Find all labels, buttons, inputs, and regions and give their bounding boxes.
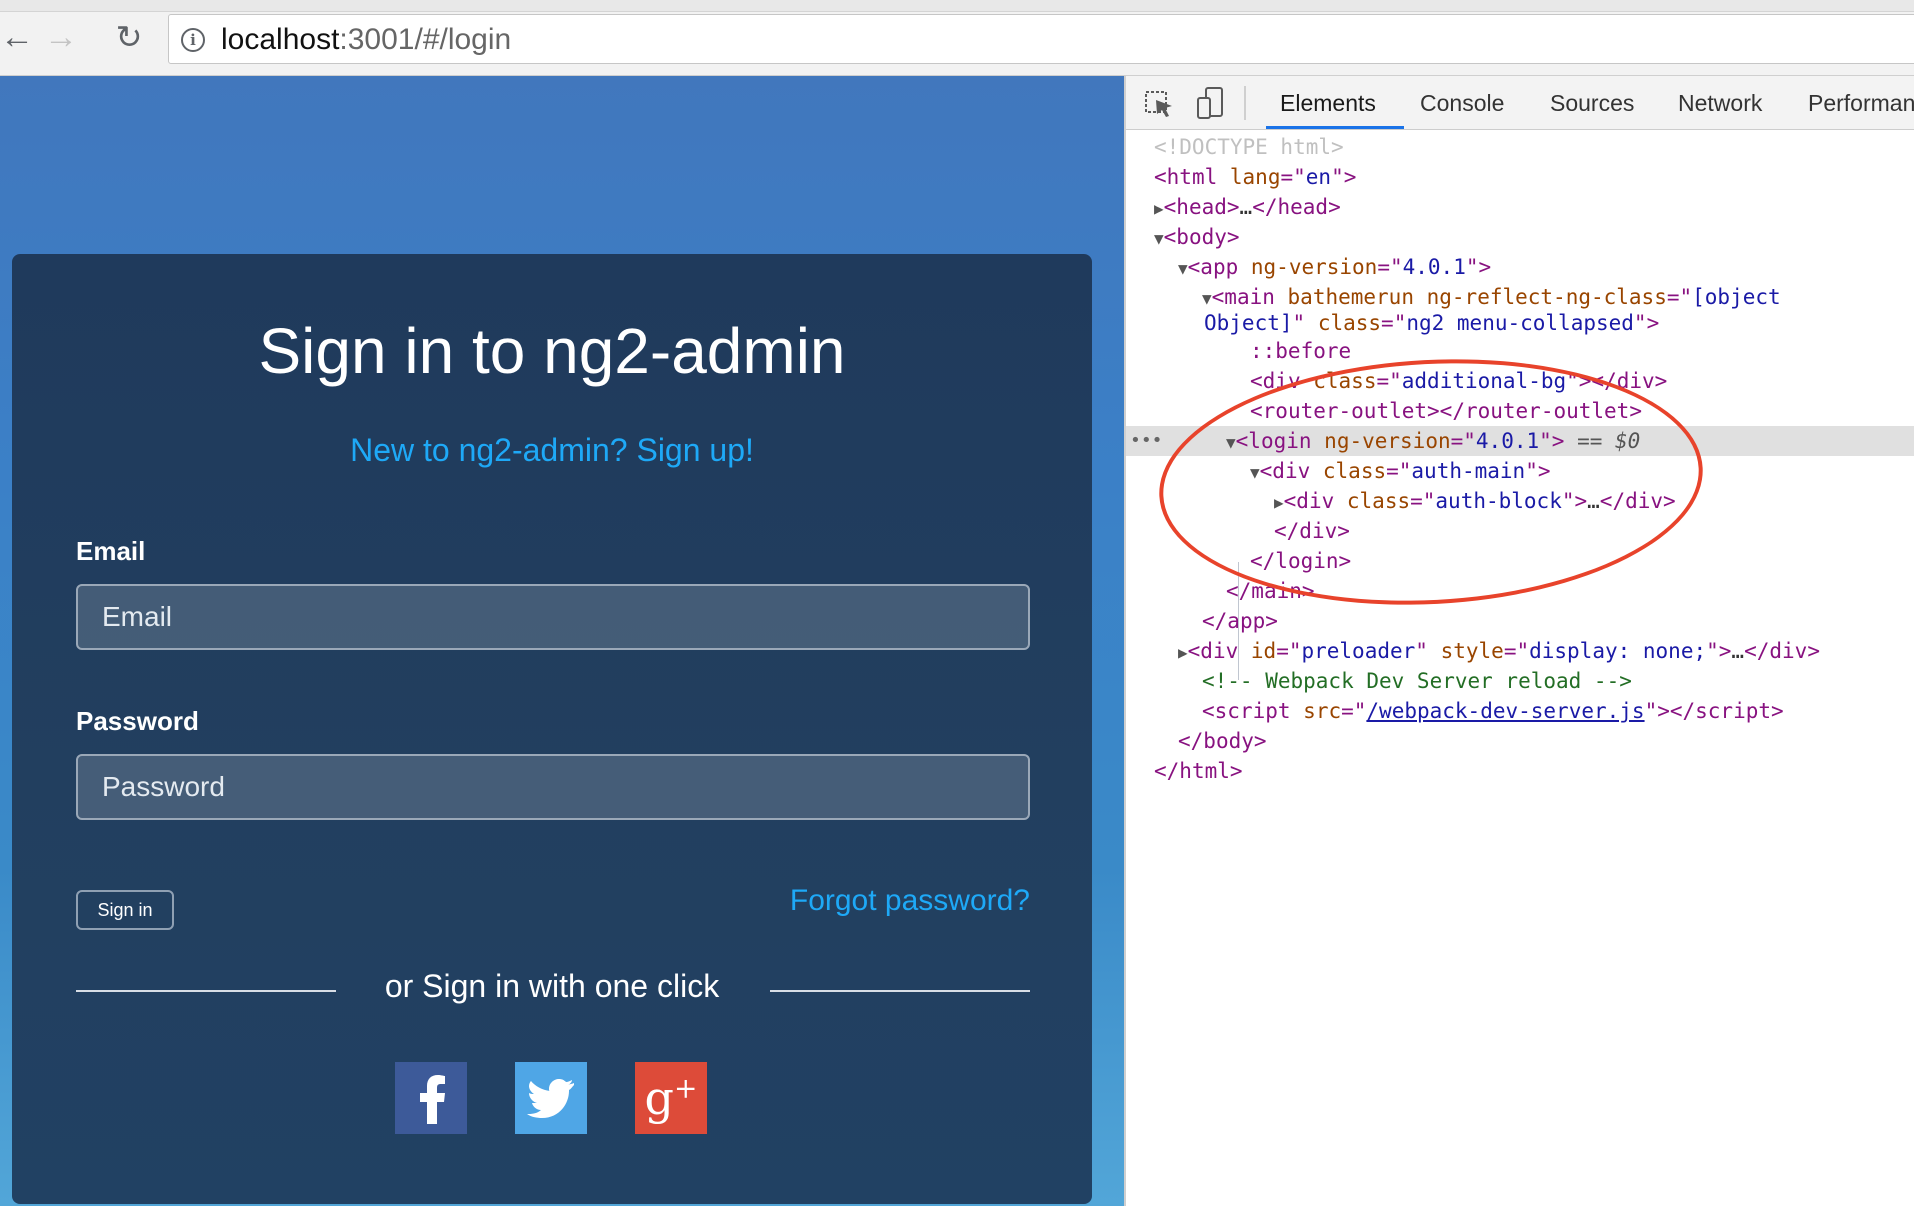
twitter-button[interactable] bbox=[515, 1062, 587, 1134]
script-src-link[interactable]: /webpack-dev-server.js bbox=[1366, 699, 1644, 723]
collapse-triangle-icon[interactable]: ▼ bbox=[1154, 229, 1164, 248]
site-info-icon[interactable]: i bbox=[181, 28, 205, 52]
url-text[interactable]: localhost:3001/#/login bbox=[221, 23, 511, 57]
back-arrow-icon[interactable]: ← bbox=[0, 20, 34, 54]
dom-node-head[interactable]: ▶<head>…</head> bbox=[1126, 192, 1914, 222]
indent-guide bbox=[1238, 562, 1239, 680]
page-title: Sign in to ng2-admin bbox=[258, 315, 846, 387]
tab-strip bbox=[0, 0, 1914, 12]
dom-node-app-close[interactable]: </app> bbox=[1126, 606, 1914, 636]
dom-node-html[interactable]: <html lang="en"> bbox=[1126, 162, 1914, 192]
dom-node-login-close[interactable]: </login> bbox=[1126, 546, 1914, 576]
dom-node-auth-block[interactable]: ▶<div class="auth-block">…</div> bbox=[1126, 486, 1914, 516]
email-label: Email bbox=[76, 536, 146, 566]
forward-arrow-icon[interactable]: → bbox=[44, 20, 78, 54]
email-field[interactable]: Email bbox=[76, 584, 1030, 650]
tab-elements[interactable]: Elements bbox=[1280, 90, 1376, 117]
tab-console[interactable]: Console bbox=[1420, 90, 1504, 117]
dom-node-additional-bg[interactable]: <div class="additional-bg"></div> bbox=[1126, 366, 1914, 396]
dom-node-main-close[interactable]: </main> bbox=[1126, 576, 1914, 606]
dom-tree: <!DOCTYPE html> <html lang="en"> ▶<head>… bbox=[1126, 130, 1914, 1206]
collapse-triangle-icon[interactable]: ▼ bbox=[1202, 289, 1212, 308]
dom-node-auth-main-close[interactable]: </div> bbox=[1126, 516, 1914, 546]
divider-right bbox=[770, 990, 1030, 992]
collapse-triangle-icon[interactable]: ▼ bbox=[1226, 433, 1236, 452]
google-plus-icon: g+ bbox=[644, 1071, 698, 1125]
social-caption: or Sign in with one click bbox=[384, 968, 720, 1004]
browser-toolbar: ← → ↻ i localhost:3001/#/login bbox=[0, 0, 1914, 76]
forgot-password-link[interactable]: Forgot password? bbox=[790, 884, 1030, 918]
twitter-icon bbox=[527, 1079, 574, 1118]
dom-node-main-cont[interactable]: Object]" class="ng2 menu-collapsed"> bbox=[1126, 308, 1914, 338]
url-path: :3001/#/login bbox=[339, 23, 512, 56]
collapse-triangle-icon[interactable]: ▼ bbox=[1178, 259, 1188, 278]
address-bar[interactable]: i localhost:3001/#/login bbox=[168, 14, 1914, 64]
google-plus-button[interactable]: g+ bbox=[635, 1062, 707, 1134]
dom-node-body-close[interactable]: </body> bbox=[1126, 726, 1914, 756]
dom-node-comment[interactable]: <!-- Webpack Dev Server reload --> bbox=[1126, 666, 1914, 696]
tab-sources[interactable]: Sources bbox=[1550, 90, 1634, 117]
facebook-button[interactable] bbox=[395, 1062, 467, 1134]
expand-triangle-icon[interactable]: ▶ bbox=[1178, 643, 1188, 662]
dom-node-script[interactable]: <script src="/webpack-dev-server.js"></s… bbox=[1126, 696, 1914, 726]
dom-node-before[interactable]: ::before bbox=[1126, 336, 1914, 366]
devtools-toolbar: Elements Console Sources Network Perform… bbox=[1126, 76, 1914, 130]
facebook-icon bbox=[420, 1075, 445, 1124]
url-host: localhost bbox=[221, 23, 340, 56]
password-label: Password bbox=[76, 706, 199, 736]
dom-node-doctype[interactable]: <!DOCTYPE html> bbox=[1126, 132, 1914, 162]
toolbar-separator bbox=[1244, 86, 1246, 120]
password-field[interactable]: Password bbox=[76, 754, 1030, 820]
device-toolbar-icon[interactable] bbox=[1194, 86, 1228, 120]
signup-link[interactable]: New to ng2-admin? Sign up! bbox=[12, 432, 1092, 469]
page-viewport: Sign in to ng2-admin New to ng2-admin? S… bbox=[0, 76, 1124, 1206]
inspect-element-icon[interactable] bbox=[1142, 86, 1176, 120]
sign-in-button[interactable]: Sign in bbox=[76, 890, 174, 930]
dom-node-auth-main[interactable]: ▼<div class="auth-main"> bbox=[1126, 456, 1914, 486]
devtools-panel: Elements Console Sources Network Perform… bbox=[1124, 76, 1914, 1206]
dom-node-login-selected[interactable]: ••• ▼<login ng-version="4.0.1"> == $0 bbox=[1126, 426, 1914, 456]
active-tab-indicator bbox=[1266, 126, 1404, 129]
tab-network[interactable]: Network bbox=[1678, 90, 1762, 117]
dom-node-app[interactable]: ▼<app ng-version="4.0.1"> bbox=[1126, 252, 1914, 282]
dom-node-html-close[interactable]: </html> bbox=[1126, 756, 1914, 786]
expand-triangle-icon[interactable]: ▶ bbox=[1274, 493, 1284, 512]
dom-node-preloader[interactable]: ▶<div id="preloader" style="display: non… bbox=[1126, 636, 1914, 666]
expand-triangle-icon[interactable]: ▶ bbox=[1154, 199, 1164, 218]
auth-block: Sign in to ng2-admin New to ng2-admin? S… bbox=[12, 254, 1092, 1204]
dom-node-router-outlet[interactable]: <router-outlet></router-outlet> bbox=[1126, 396, 1914, 426]
collapse-triangle-icon[interactable]: ▼ bbox=[1250, 463, 1260, 482]
more-options-icon[interactable]: ••• bbox=[1130, 426, 1163, 456]
reload-icon[interactable]: ↻ bbox=[112, 20, 146, 54]
tab-performance[interactable]: Performan bbox=[1808, 90, 1914, 117]
dom-node-body[interactable]: ▼<body> bbox=[1126, 222, 1914, 252]
